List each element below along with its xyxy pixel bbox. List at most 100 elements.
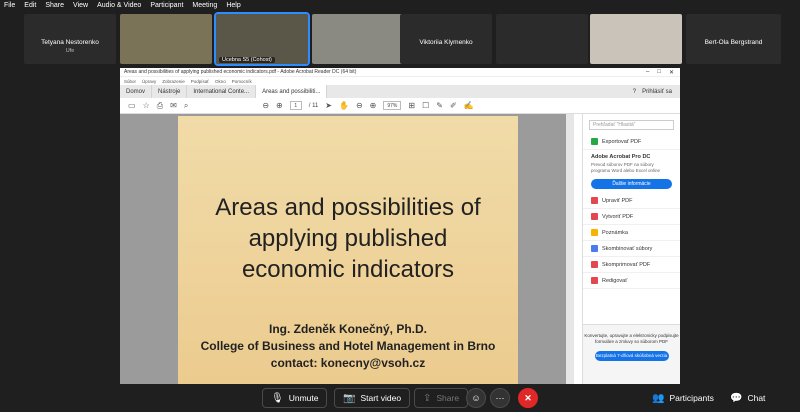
camera-off-icon: 📷 xyxy=(343,392,356,404)
tab-doc-international[interactable]: International Conte... xyxy=(187,85,257,98)
acrobat-toolbar: ▭ ☆ ⎙ ✉ ⌕ ⊖ ⊕ 1 / 11 ➤ ✋ ⊖ ⊕ 97% ⊞ ☐ ✎ ✐… xyxy=(120,98,680,114)
slide-college: College of Business and Hotel Management… xyxy=(200,339,496,353)
redact-item[interactable]: Redigovať xyxy=(583,273,680,289)
promo-title: Adobe Acrobat Pro DC xyxy=(591,154,651,160)
menu-help[interactable]: Help xyxy=(226,0,240,12)
next-page-icon[interactable]: ⊕ xyxy=(276,101,283,110)
panel-search-input[interactable]: Prehľadať "Hlasitá" xyxy=(589,120,674,130)
start-video-button[interactable]: 📷 Start video xyxy=(334,388,411,408)
star-icon[interactable]: ☆ xyxy=(143,101,150,110)
tab-tools[interactable]: Nástroje xyxy=(152,85,188,98)
people-icon: 👥 xyxy=(652,392,665,404)
help-icon[interactable]: ? xyxy=(633,89,636,95)
document-area: Areas and possibilities of applying publ… xyxy=(120,114,574,384)
compress-icon xyxy=(591,261,598,268)
hand-tool-icon[interactable]: ✋ xyxy=(339,101,349,110)
acrobat-menu-item[interactable]: Úpravy xyxy=(142,79,156,84)
chat-button[interactable]: 💬 Chat xyxy=(730,388,765,408)
participant-tile[interactable]: Viktoriia Klymenko xyxy=(400,14,492,64)
chat-label: Chat xyxy=(747,393,766,403)
draw-icon[interactable]: ✐ xyxy=(450,101,457,110)
tools-panel: Prehľadať "Hlasitá" Exportovať PDF Adobe… xyxy=(582,114,680,384)
acrobat-titlebar: Areas and possibilities of applying publ… xyxy=(120,68,680,77)
acrobat-menu-item[interactable]: Podpísať xyxy=(191,79,209,84)
tab-doc-areas[interactable]: Areas and possibiliti... xyxy=(256,85,328,98)
print-icon[interactable]: ⎙ xyxy=(157,101,163,111)
trial-button[interactable]: Bezplatná 7-dňová skúšobná verzia xyxy=(594,351,669,361)
edit-label: Upraviť PDF xyxy=(602,197,633,204)
document-scrollbar[interactable] xyxy=(566,114,574,384)
tab-home[interactable]: Domov xyxy=(120,85,153,98)
acrobat-menu-item[interactable]: Okno xyxy=(215,79,226,84)
menu-share[interactable]: Share xyxy=(45,0,64,12)
promo-text: Prevod súborov PDF na súbory programu Wo… xyxy=(591,162,660,173)
page-input[interactable]: 1 xyxy=(289,101,302,110)
comment-item[interactable]: Poznámka xyxy=(583,225,680,241)
slide-author: Ing. Zdeněk Konečný, Ph.D. xyxy=(268,322,428,336)
more-button[interactable]: ⋯ xyxy=(490,388,510,408)
prev-page-icon[interactable]: ⊖ xyxy=(262,101,269,110)
close-icon[interactable]: ✕ xyxy=(669,69,674,76)
highlight-icon[interactable]: ✎ xyxy=(436,101,443,110)
combine-label: Skombinovať súbory xyxy=(602,245,653,252)
search-icon[interactable]: ⌕ xyxy=(184,101,188,111)
more-icon: ⋯ xyxy=(495,392,505,403)
slide-title-line: applying published xyxy=(248,225,448,252)
participant-name: Bert-Ola Bergstrand xyxy=(704,39,763,46)
page-total: / 11 xyxy=(308,102,319,109)
minimize-icon[interactable]: – xyxy=(646,69,649,76)
create-pdf-item[interactable]: Vytvoriť PDF xyxy=(583,209,680,225)
reactions-button[interactable]: ☺ xyxy=(466,388,486,408)
participant-video-tile[interactable] xyxy=(590,14,682,64)
menu-meeting[interactable]: Meeting xyxy=(192,0,217,12)
bottom-promo-text: Konvertujte, upravujte a elektronicky po… xyxy=(584,333,679,344)
participant-label: Ucebna S5 (Cohost) xyxy=(219,57,275,63)
edit-pdf-item[interactable]: Upraviť PDF xyxy=(583,193,680,209)
acrobat-menu-item[interactable]: Zobrazenie xyxy=(162,79,185,84)
menu-audio-video[interactable]: Audio & Video xyxy=(97,0,141,12)
combine-item[interactable]: Skombinovať súbory xyxy=(583,241,680,257)
menu-edit[interactable]: Edit xyxy=(24,0,36,12)
zoom-in-icon[interactable]: ⊕ xyxy=(370,101,377,110)
menu-participant[interactable]: Participant xyxy=(150,0,183,12)
maximize-icon[interactable]: □ xyxy=(657,69,661,76)
window-controls: – □ ✕ xyxy=(646,69,680,76)
acrobat-tabs: Domov Nástroje International Conte... Ar… xyxy=(120,85,680,98)
unmute-button[interactable]: 🎙 Unmute xyxy=(262,388,328,408)
export-pdf-item[interactable]: Exportovať PDF xyxy=(583,134,680,150)
participant-tile[interactable] xyxy=(496,14,588,64)
share-button[interactable]: ⇪ Share xyxy=(414,388,469,408)
acrobat-menu-item[interactable]: Pomocník xyxy=(232,79,252,84)
unmute-label: Unmute xyxy=(288,393,319,403)
slide-title-line: Areas and possibilities of xyxy=(215,194,481,221)
acrobat-menu-item[interactable]: Súbor xyxy=(124,79,136,84)
pdf-page: Areas and possibilities of applying publ… xyxy=(178,116,518,384)
fit-page-icon[interactable]: ⊞ xyxy=(408,101,415,110)
zoom-select[interactable]: 97% xyxy=(383,101,402,110)
mic-muted-icon: 🎙 xyxy=(271,392,284,404)
tabbar-right: ? Prihlásiť sa xyxy=(633,85,680,98)
participant-tile[interactable]: Tetyana Nestorenko Ufe xyxy=(24,14,116,64)
start-video-label: Start video xyxy=(360,393,402,403)
select-tool-icon[interactable]: ➤ xyxy=(325,101,332,110)
signin-link[interactable]: Prihlásiť sa xyxy=(642,89,672,95)
menu-file[interactable]: File xyxy=(4,0,15,12)
save-icon[interactable]: ▭ xyxy=(128,101,136,110)
emoji-icon: ☺ xyxy=(471,393,481,403)
mail-icon[interactable]: ✉ xyxy=(170,101,177,110)
participant-tile[interactable]: Bert-Ola Bergstrand xyxy=(686,14,781,64)
menu-view[interactable]: View xyxy=(73,0,88,12)
compress-item[interactable]: Skomprimovať PDF xyxy=(583,257,680,273)
participant-video-tile-active[interactable]: Ucebna S5 (Cohost) xyxy=(214,12,310,66)
participants-button[interactable]: 👥 Participants xyxy=(652,388,714,408)
comment-icon xyxy=(591,229,598,236)
combine-icon xyxy=(591,245,598,252)
leave-button[interactable]: ✕ xyxy=(518,388,538,408)
participant-video-tile[interactable] xyxy=(312,14,404,64)
participant-video-tile[interactable] xyxy=(120,14,212,64)
comment-icon[interactable]: ☐ xyxy=(422,101,429,110)
sign-icon[interactable]: ✍ xyxy=(464,101,474,110)
promo-button[interactable]: Ďalšie informácie xyxy=(591,179,672,189)
zoom-out-icon[interactable]: ⊖ xyxy=(356,101,363,110)
promo-box: Adobe Acrobat Pro DC Prevod súborov PDF … xyxy=(583,150,680,175)
